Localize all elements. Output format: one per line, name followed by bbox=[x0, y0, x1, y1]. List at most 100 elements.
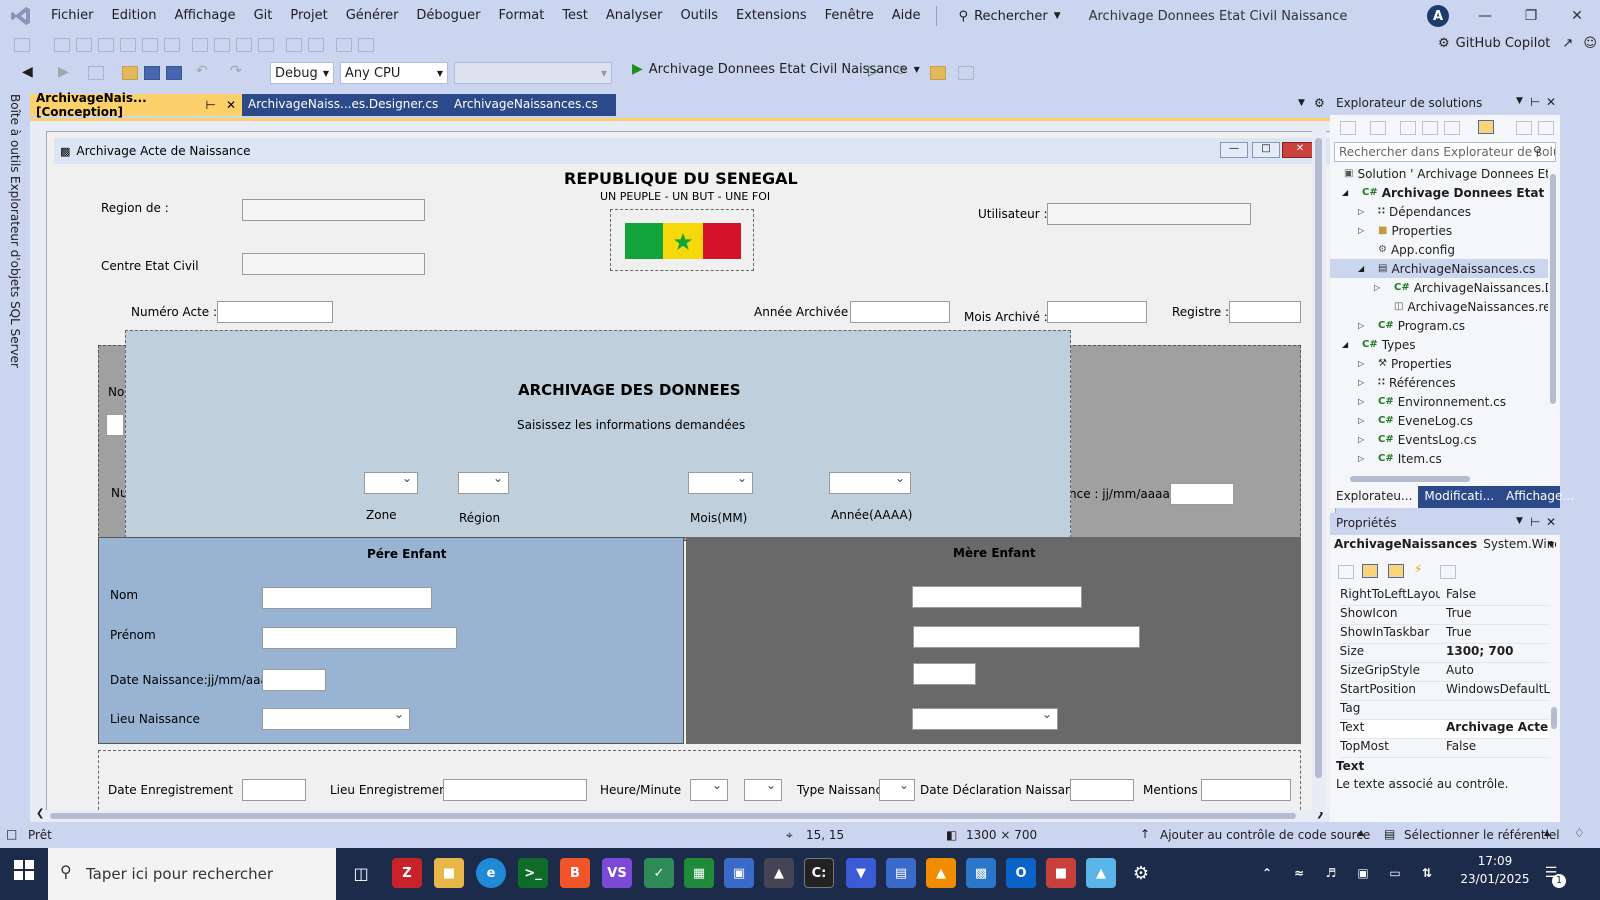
filezilla-icon[interactable]: Z bbox=[392, 858, 422, 888]
mere-lieu-naissance-select[interactable] bbox=[912, 707, 1058, 730]
annee-archivee-field[interactable] bbox=[850, 301, 950, 323]
date-enregistrement-field[interactable] bbox=[242, 779, 306, 801]
property-row[interactable]: SizeGripStyle Auto bbox=[1340, 663, 1550, 682]
remote-desktop-icon[interactable]: ▣ bbox=[724, 858, 754, 888]
tab-solution-explorer[interactable]: Explorateu... bbox=[1330, 486, 1419, 508]
menu-format[interactable]: Format bbox=[489, 0, 553, 32]
settings-gear-icon[interactable]: ⚙ bbox=[1126, 858, 1156, 888]
same-size-icon[interactable] bbox=[236, 38, 252, 52]
property-row[interactable]: RightToLeftLayou False bbox=[1340, 587, 1550, 606]
align-center-icon[interactable] bbox=[76, 38, 92, 52]
menu-edition[interactable]: Edition bbox=[103, 0, 166, 32]
outlook-icon[interactable]: O bbox=[1006, 858, 1036, 888]
pere-lieu-naissance-select[interactable] bbox=[262, 707, 410, 730]
collapsed-icon[interactable]: ▷ bbox=[1358, 378, 1378, 387]
region-field[interactable] bbox=[242, 199, 425, 221]
collapsed-icon[interactable]: ▷ bbox=[1358, 416, 1378, 425]
tree-item-solution[interactable]: ▣Solution ' Archivage Donnees Etat ( bbox=[1330, 164, 1548, 183]
close-button[interactable]: ✕ bbox=[1554, 0, 1600, 32]
scroll-left-icon[interactable]: ❮ bbox=[36, 808, 44, 819]
pin-icon[interactable]: ⊢ bbox=[205, 98, 215, 112]
gear-icon[interactable]: ⚙ bbox=[1314, 96, 1325, 110]
tree-scroll-thumb[interactable] bbox=[1550, 174, 1556, 404]
configuration-select[interactable]: Debug ▼ bbox=[270, 62, 334, 84]
tab-class-view[interactable]: Affichage... bbox=[1500, 486, 1580, 508]
tree-item-types-properties[interactable]: ▷ ⚒ Properties bbox=[1330, 354, 1452, 373]
search-menu[interactable]: ⚲ Rechercher ▼ bbox=[951, 9, 1069, 24]
heure-select[interactable] bbox=[690, 778, 728, 801]
menu-generer[interactable]: Générer bbox=[337, 0, 408, 32]
menu-analyser[interactable]: Analyser bbox=[597, 0, 672, 32]
property-value[interactable]: Archivage Acte de bbox=[1440, 720, 1550, 738]
tab-designer[interactable]: ArchivageNais... [Conception] ⊢ ✕ bbox=[30, 91, 242, 119]
visual-studio-logo-icon[interactable] bbox=[0, 0, 42, 32]
menu-outils[interactable]: Outils bbox=[671, 0, 727, 32]
pere-date-naissance-field[interactable] bbox=[262, 669, 326, 691]
property-value[interactable]: WindowsDefaultLo bbox=[1440, 682, 1550, 700]
property-value[interactable]: Auto bbox=[1440, 663, 1550, 681]
numero-acte-field[interactable] bbox=[217, 301, 333, 323]
tree-item-properties[interactable]: ▷ ■ Properties bbox=[1330, 221, 1452, 240]
select-repository-button[interactable]: Sélectionner le référentiel bbox=[1404, 828, 1560, 842]
alphabetical-icon[interactable] bbox=[1362, 564, 1378, 578]
menu-extensions[interactable]: Extensions bbox=[727, 0, 816, 32]
command-prompt-icon[interactable]: C: bbox=[804, 858, 834, 888]
avatar[interactable]: A bbox=[1427, 5, 1449, 27]
property-value[interactable]: True bbox=[1440, 606, 1550, 624]
tree-item-evenelog[interactable]: ▷ C# EveneLog.cs bbox=[1330, 411, 1473, 430]
volume-icon[interactable]: ♬ bbox=[1316, 858, 1346, 888]
property-row[interactable]: ⊞Size1300; 700 bbox=[1340, 644, 1550, 663]
form-title-bar[interactable]: ▩ Archivage Acte de Naissance — □ ✕ bbox=[54, 138, 1334, 164]
properties-scrollbar[interactable] bbox=[1550, 587, 1558, 757]
tree-item-designer[interactable]: ▷ C# ArchivageNaissances.De bbox=[1330, 278, 1548, 297]
align-left-icon[interactable] bbox=[54, 38, 70, 52]
collapsed-icon[interactable]: ▷ bbox=[1358, 226, 1378, 235]
tree-item-references[interactable]: ▷ ∷ Références bbox=[1330, 373, 1456, 392]
v-spacing-icon[interactable] bbox=[308, 38, 324, 52]
office-app-icon[interactable]: ■ bbox=[1046, 858, 1076, 888]
minimize-button[interactable]: — bbox=[1462, 0, 1508, 32]
tree-vertical-scrollbar[interactable] bbox=[1548, 164, 1558, 472]
close-icon[interactable]: ✕ bbox=[1546, 515, 1556, 529]
add-source-control-button[interactable]: Ajouter au contrôle de code source bbox=[1160, 828, 1370, 842]
categorized-icon[interactable] bbox=[1338, 565, 1354, 579]
hidden-field[interactable] bbox=[106, 414, 124, 436]
file-explorer-icon[interactable]: ■ bbox=[434, 858, 464, 888]
mere-prenom-field[interactable] bbox=[913, 626, 1140, 648]
home-icon[interactable] bbox=[1340, 121, 1356, 135]
align-bottom-icon[interactable] bbox=[164, 38, 180, 52]
pere-nom-field[interactable] bbox=[262, 587, 432, 609]
start-debug-button[interactable]: ▶ Archivage Donnees Etat Civil Naissance… bbox=[632, 61, 920, 77]
property-row[interactable]: Text Archivage Acte de bbox=[1340, 720, 1550, 739]
center-horizontally-icon[interactable] bbox=[336, 38, 352, 52]
align-middle-icon[interactable] bbox=[142, 38, 158, 52]
flag-picture[interactable] bbox=[610, 209, 754, 271]
utilisateur-field[interactable] bbox=[1047, 203, 1251, 225]
tree-item-eventslog[interactable]: ▷ C# EventsLog.cs bbox=[1330, 430, 1476, 449]
property-row[interactable]: ShowIcon True bbox=[1340, 606, 1550, 625]
brave-browser-icon[interactable]: B bbox=[560, 858, 590, 888]
tree-horizontal-scrollbar[interactable] bbox=[1334, 474, 1548, 484]
mois-select[interactable] bbox=[688, 471, 753, 494]
menu-deboguer[interactable]: Déboguer bbox=[407, 0, 489, 32]
menu-aide[interactable]: Aide bbox=[883, 0, 930, 32]
mentions-field[interactable] bbox=[1201, 779, 1291, 801]
menu-test[interactable]: Test bbox=[553, 0, 597, 32]
solution-search-input[interactable]: Rechercher dans Explorateur de solu ⚲ bbox=[1334, 142, 1556, 162]
tree-item-project[interactable]: ◢C#Archivage Donnees Etat Civil N bbox=[1330, 183, 1548, 202]
tree-item-resx[interactable]: ◫ ArchivageNaissances.res bbox=[1330, 297, 1548, 316]
preview-icon[interactable] bbox=[1538, 121, 1554, 135]
property-value[interactable]: True bbox=[1440, 625, 1550, 643]
property-value[interactable]: False bbox=[1440, 587, 1550, 605]
rdp-connection-icon[interactable]: ▩ bbox=[966, 858, 996, 888]
properties-view-icon[interactable] bbox=[1388, 564, 1404, 578]
save-icon[interactable] bbox=[144, 66, 160, 80]
layout-icon[interactable] bbox=[958, 66, 974, 80]
notification-bell-icon[interactable]: ♢ bbox=[1574, 826, 1585, 840]
vpn-app-icon[interactable]: ▼ bbox=[846, 858, 876, 888]
close-icon[interactable]: ✕ bbox=[1546, 95, 1556, 109]
collapse-all-icon[interactable] bbox=[1422, 121, 1438, 135]
history-icon[interactable] bbox=[1370, 121, 1386, 135]
type-naissance-select[interactable] bbox=[879, 778, 915, 801]
terminal-app-icon[interactable]: >_ bbox=[518, 858, 548, 888]
